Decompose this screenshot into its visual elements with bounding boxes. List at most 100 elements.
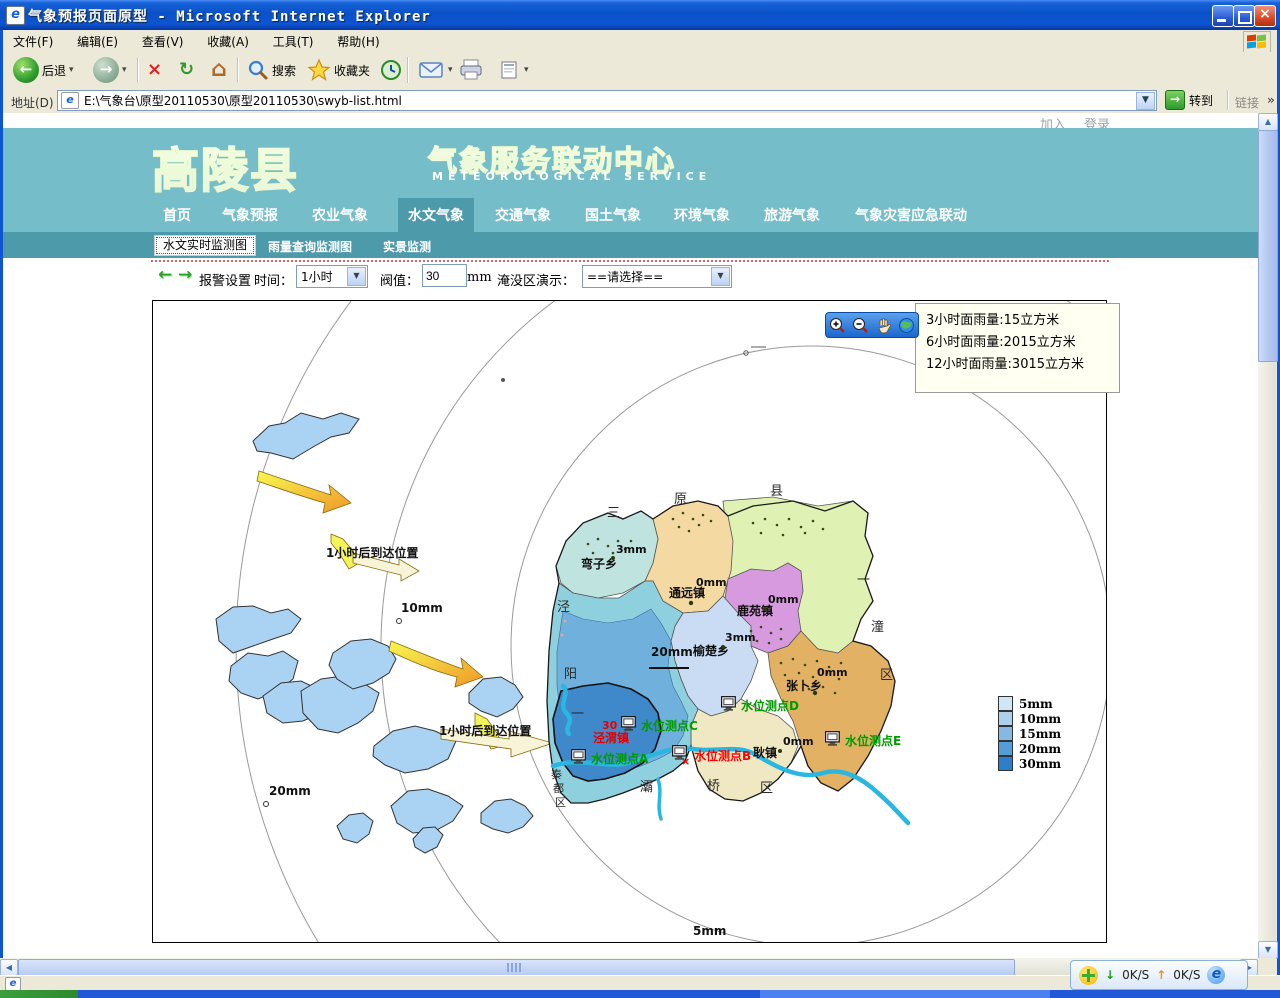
time-select[interactable]: 1小时 ▼ [296, 265, 368, 288]
back-button[interactable]: ← 后退 ▾ [9, 55, 78, 85]
nav-land[interactable]: 国土气象 [585, 205, 641, 225]
address-input[interactable] [82, 93, 1156, 109]
ie-shortcut-icon[interactable]: e [1207, 966, 1225, 984]
links-label[interactable]: 链接 [1235, 94, 1259, 111]
threshold-input[interactable] [422, 264, 467, 287]
360-safety-icon[interactable] [1079, 966, 1098, 985]
pan-hand-icon[interactable] [876, 317, 892, 334]
station-label-D[interactable]: 水位测点D [741, 698, 799, 713]
address-bar: 地址(D) e ▼ → 转到 链接 » [3, 88, 1277, 114]
neighbor-label: 桥 [707, 779, 720, 794]
close-button[interactable]: × [1254, 5, 1276, 27]
back-label: 后退 [42, 62, 66, 79]
vertical-scroll-thumb[interactable] [1258, 130, 1278, 362]
rain-legend: 5mm 10mm 15mm 20mm 30mm [998, 696, 1061, 771]
mail-icon [419, 60, 445, 80]
nav-disaster-emergency[interactable]: 气象灾害应急联动 [855, 205, 967, 225]
nav-weather-forecast[interactable]: 气象预报 [222, 205, 278, 225]
rain-label-luyuan: 0mm [768, 593, 799, 606]
nav-traffic[interactable]: 交通气象 [495, 205, 551, 225]
scroll-left-icon[interactable]: ◀ [0, 959, 18, 976]
ring-marker [264, 802, 269, 807]
mail-caret-icon[interactable]: ▾ [448, 65, 453, 75]
upload-speed: 0K/S [1173, 968, 1200, 982]
rain-dot [778, 749, 782, 753]
globe-icon[interactable] [898, 317, 915, 334]
vertical-scrollbar[interactable]: ▲ ▼ [1258, 113, 1276, 958]
nav-home[interactable]: 首页 [163, 205, 191, 225]
taskbar-button[interactable] [760, 990, 1050, 998]
edit-button[interactable]: ▾ [495, 55, 533, 85]
forward-caret-icon[interactable]: ▾ [122, 65, 127, 75]
legend-swatch [998, 696, 1013, 711]
search-button[interactable]: 搜索 [243, 55, 300, 85]
time-select-value: 1小时 [297, 268, 346, 285]
legend-label: 30mm [1019, 757, 1061, 771]
rain-6h: 6小时面雨量:2015立方米 [926, 332, 1109, 354]
mail-button[interactable]: ▾ [415, 55, 457, 85]
site-logo-county: 高陵县 [152, 132, 299, 201]
rain-dot [763, 607, 767, 611]
horizontal-scroll-thumb[interactable] [18, 959, 1015, 976]
flood-demo-select[interactable]: ==请选择== ▼ [582, 265, 732, 288]
go-button[interactable]: → 转到 [1165, 89, 1221, 111]
scroll-down-icon[interactable]: ▼ [1258, 941, 1278, 959]
menu-tools[interactable]: 工具(T) [263, 30, 324, 53]
nav-environment[interactable]: 环境气象 [674, 205, 730, 225]
print-button[interactable] [455, 55, 489, 85]
zoom-out-icon[interactable] [852, 317, 869, 334]
menu-help[interactable]: 帮助(H) [327, 30, 389, 53]
refresh-button[interactable]: ↻ [175, 55, 198, 85]
history-button[interactable] [375, 55, 407, 85]
scroll-up-icon[interactable]: ▲ [1258, 113, 1278, 131]
subnav-live-view[interactable]: 实景监测 [383, 238, 431, 255]
window-ie-icon: e [6, 6, 25, 25]
prev-arrow-icon[interactable]: ← [158, 265, 172, 285]
hydrology-map[interactable]: 1小时后到达位置 1小时后到达位置 [152, 300, 1107, 943]
ring-label-5mm: 5mm [693, 924, 726, 938]
town-label-gengzhen: 耿镇 [753, 745, 777, 760]
maximize-button[interactable] [1233, 5, 1255, 27]
station-label-A[interactable]: 水位测点A [591, 751, 649, 766]
station-label-B[interactable]: 水位测点B [694, 748, 751, 763]
alarm-settings-label: 报警设置 [199, 270, 251, 289]
menu-file[interactable]: 文件(F) [3, 30, 63, 53]
page-ie-icon: e [61, 92, 79, 109]
neighbor-label: 区 [555, 796, 566, 809]
edit-caret-icon[interactable]: ▾ [524, 65, 529, 75]
time-select-arrow-icon[interactable]: ▼ [347, 267, 366, 286]
home-button[interactable]: ⌂ [207, 55, 231, 85]
flood-select-arrow-icon[interactable]: ▼ [711, 267, 730, 286]
menu-view[interactable]: 查看(V) [132, 30, 194, 53]
menu-favorites[interactable]: 收藏(A) [197, 30, 259, 53]
legend-swatch [998, 726, 1013, 741]
favorites-button[interactable]: 收藏夹 [303, 55, 374, 85]
nav-tourism[interactable]: 旅游气象 [764, 205, 820, 225]
minimize-button[interactable] [1212, 5, 1234, 27]
station-label-C[interactable]: 水位测点C [641, 718, 698, 733]
menu-edit[interactable]: 编辑(E) [67, 30, 128, 53]
links-chevron-icon[interactable]: » [1267, 93, 1275, 107]
network-speed-widget[interactable]: ↓ 0K/S ↑ 0K/S e [1070, 960, 1248, 990]
nav-hydrology-active[interactable]: 水文气象 [408, 205, 464, 225]
address-dropdown-icon[interactable]: ▼ [1136, 92, 1155, 110]
start-button-edge[interactable] [0, 990, 78, 998]
subnav-rain-query[interactable]: 雨量查询监测图 [268, 238, 352, 255]
history-clock-icon [379, 58, 403, 82]
back-caret-icon[interactable]: ▾ [69, 65, 74, 75]
subnav-realtime-monitor-active[interactable]: 水文实时监测图 [154, 235, 256, 256]
next-arrow-icon[interactable]: → [178, 265, 192, 285]
neighbor-label: 阳 [564, 667, 577, 682]
stop-button[interactable]: × [143, 55, 166, 85]
neighbor-label: 秦 [551, 767, 562, 781]
station-label-E[interactable]: 水位测点E [845, 733, 901, 748]
neighbor-label: 原 [674, 492, 687, 507]
neighbor-label: 一 [857, 573, 870, 588]
screen: { "window": { "title": "气象预报页面原型 - Micro… [0, 0, 1280, 998]
title-bar: e 气象预报页面原型 - Microsoft Internet Explorer… [0, 0, 1280, 30]
rain-dot [721, 645, 725, 649]
zoom-in-icon[interactable] [829, 317, 846, 334]
toolbar-separator [407, 57, 409, 83]
forward-button[interactable]: → ▾ [89, 55, 131, 85]
nav-agriculture[interactable]: 农业气象 [312, 205, 368, 225]
